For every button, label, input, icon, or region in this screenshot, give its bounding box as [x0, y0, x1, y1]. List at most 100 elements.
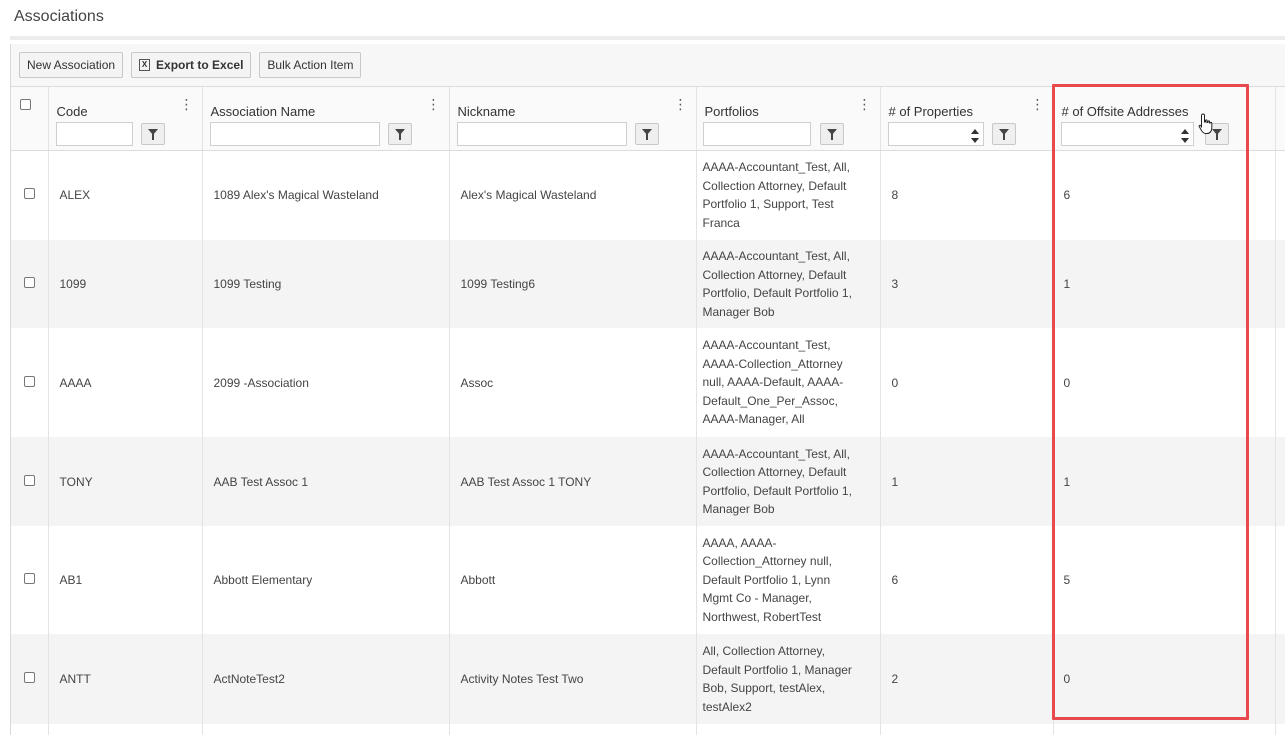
cell-properties: 3	[880, 240, 1054, 328]
cell-portfolios: All, Collection Attorney, Default Portfol…	[696, 634, 881, 724]
header-properties-label: # of Properties	[888, 104, 974, 119]
associations-table: Code ⋮ Association Name ⋮ Nickname ⋮ Por…	[11, 87, 1285, 735]
bulk-action-item-button[interactable]: Bulk Action Item	[259, 52, 362, 78]
cell-empty	[11, 724, 49, 735]
cell-code: AAAA	[48, 328, 203, 437]
filter-portfolios-input[interactable]	[702, 122, 811, 146]
filter-offsite-input[interactable]	[1060, 122, 1194, 146]
cell-empty	[1275, 724, 1285, 735]
cell-spacer	[1275, 437, 1285, 526]
filter-spacer	[11, 120, 49, 151]
cell-empty	[449, 724, 697, 735]
select-all-checkbox[interactable]	[20, 99, 31, 110]
filter-icon[interactable]	[387, 123, 412, 145]
column-menu-icon[interactable]: ⋮	[180, 97, 194, 111]
filter-icon[interactable]	[634, 123, 659, 145]
cell-nickname: Alex's Magical Wasteland	[449, 150, 697, 240]
filter-spacer	[1275, 120, 1285, 151]
cell-empty	[880, 724, 1054, 735]
page-title: Associations	[14, 8, 104, 25]
spinner-icon[interactable]	[1180, 129, 1189, 143]
cell-nickname: Activity Notes Test Two	[449, 634, 697, 724]
filter-properties-input[interactable]	[887, 122, 984, 146]
cell-name: 1089 Alex's Magical Wasteland	[202, 150, 450, 240]
table-row[interactable]: AB1 Abbott Elementary Abbott AAAA, AAAA-…	[11, 526, 1285, 634]
row-select-cell	[11, 150, 49, 240]
cell-properties: 8	[880, 150, 1054, 240]
cell-code: AB1	[48, 526, 203, 634]
header-name-label: Association Name	[210, 104, 316, 119]
cell-nickname: Abbott	[449, 526, 697, 634]
header-nickname[interactable]: Nickname ⋮	[449, 87, 697, 120]
cell-properties: 6	[880, 526, 1054, 634]
header-association-name[interactable]: Association Name ⋮	[202, 87, 450, 120]
cell-offsite: 6	[1053, 150, 1276, 240]
header-spacer	[1275, 87, 1285, 120]
cell-portfolios: AAAA-Accountant_Test, AAAA-Collection_Att…	[696, 328, 881, 437]
cell-portfolios: AAAA-Accountant_Test, All, Collection Att…	[696, 240, 881, 328]
column-menu-icon[interactable]: ⋮	[858, 97, 872, 111]
header-code[interactable]: Code ⋮	[48, 87, 203, 120]
filter-code	[48, 120, 203, 151]
export-label: Export to Excel	[156, 58, 244, 72]
table-row[interactable]: TONY AAB Test Assoc 1 AAB Test Assoc 1 T…	[11, 437, 1285, 526]
table-row[interactable]: ANTT ActNoteTest2 Activity Notes Test Tw…	[11, 634, 1285, 724]
spinner-icon[interactable]	[970, 129, 979, 143]
cell-spacer	[1275, 526, 1285, 634]
cell-empty	[48, 724, 203, 735]
cell-properties: 0	[880, 328, 1054, 437]
new-association-label: New Association	[27, 58, 116, 72]
row-checkbox[interactable]	[23, 573, 35, 584]
header-code-label: Code	[56, 104, 88, 119]
title-divider	[10, 36, 1285, 40]
filter-offsite	[1053, 120, 1276, 151]
filter-code-input[interactable]	[55, 122, 133, 146]
cell-nickname: Assoc	[449, 328, 697, 437]
cell-name: 2099 -Association	[202, 328, 450, 437]
column-menu-icon[interactable]: ⋮	[674, 97, 688, 111]
header-properties[interactable]: # of Properties ⋮	[880, 87, 1054, 120]
header-offsite-label: # of Offsite Addresses	[1061, 104, 1189, 119]
cell-nickname: AAB Test Assoc 1 TONY	[449, 437, 697, 526]
cell-spacer	[1275, 150, 1285, 240]
grid-toolbar: New Association X Export to Excel Bulk A…	[11, 44, 1285, 87]
filter-name	[202, 120, 450, 151]
cell-offsite: 0	[1053, 634, 1276, 724]
row-checkbox[interactable]	[23, 474, 35, 486]
cell-code: 1099	[48, 240, 203, 328]
column-menu-icon[interactable]: ⋮	[1031, 97, 1045, 111]
export-to-excel-button[interactable]: X Export to Excel	[131, 52, 252, 78]
cell-offsite: 1	[1053, 437, 1276, 526]
new-association-button[interactable]: New Association	[19, 52, 124, 78]
row-checkbox[interactable]	[23, 672, 35, 683]
select-all-header	[11, 87, 49, 120]
filter-nickname-input[interactable]	[456, 122, 627, 146]
row-checkbox[interactable]	[23, 277, 35, 288]
filter-nickname	[449, 120, 697, 151]
filter-name-input[interactable]	[209, 122, 380, 146]
row-select-cell	[11, 328, 49, 437]
table-row[interactable]: AAAA 2099 -Association Assoc AAAA-Accoun…	[11, 328, 1285, 437]
row-select-cell	[11, 634, 49, 724]
filter-icon[interactable]	[140, 123, 165, 145]
table-row[interactable]: ALEX 1089 Alex's Magical Wasteland Alex'…	[11, 150, 1285, 240]
header-offsite-addresses[interactable]: # of Offsite Addresses ⋮	[1053, 87, 1285, 120]
hand-cursor-icon	[1198, 113, 1213, 134]
column-menu-icon[interactable]: ⋮	[427, 97, 441, 111]
bulk-action-label: Bulk Action Item	[267, 58, 354, 72]
row-checkbox[interactable]	[23, 188, 35, 200]
cell-code: TONY	[48, 437, 203, 526]
header-portfolios[interactable]: Portfolios ⋮	[696, 87, 881, 120]
table-row[interactable]	[11, 724, 1285, 735]
cell-offsite: 1	[1053, 240, 1276, 328]
cell-properties: 2	[880, 634, 1054, 724]
filter-icon[interactable]	[819, 123, 844, 145]
filter-icon[interactable]	[991, 123, 1016, 145]
row-select-cell	[11, 526, 49, 634]
row-select-cell	[11, 240, 49, 328]
row-checkbox[interactable]	[23, 375, 35, 387]
row-select-cell	[11, 437, 49, 526]
table-row[interactable]: 1099 1099 Testing 1099 Testing6 AAAA-Acc…	[11, 240, 1285, 328]
header-portfolios-label: Portfolios	[704, 104, 759, 119]
cell-offsite: 0	[1053, 328, 1276, 437]
